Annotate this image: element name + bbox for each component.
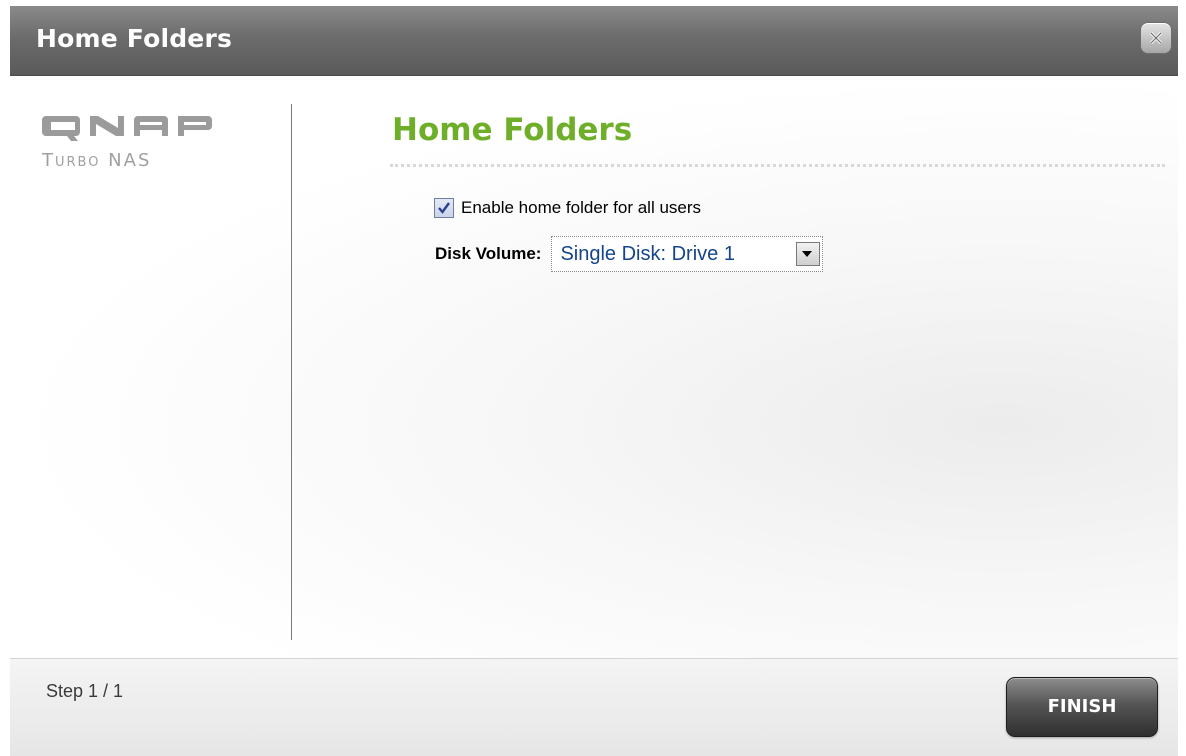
enable-home-folder-checkbox[interactable]	[434, 198, 454, 218]
window-title: Home Folders	[36, 24, 233, 53]
disk-volume-value: Single Disk: Drive 1	[560, 242, 735, 265]
enable-home-folder-row: Enable home folder for all users	[434, 198, 701, 218]
home-folders-dialog: Home Folders Turbo NAS Home Folders Enab…	[10, 6, 1178, 756]
page-title: Home Folders	[392, 112, 633, 148]
dropdown-button[interactable]	[796, 242, 821, 266]
logo-subtitle: Turbo NAS	[42, 150, 152, 171]
close-icon	[1149, 31, 1163, 45]
checkmark-icon	[438, 202, 450, 214]
finish-button[interactable]: FINISH	[1006, 677, 1158, 737]
title-separator	[390, 164, 1165, 167]
step-indicator: Step 1 / 1	[46, 681, 124, 701]
close-button[interactable]	[1140, 22, 1172, 54]
qnap-logo: Turbo NAS	[42, 112, 262, 171]
enable-home-folder-label[interactable]: Enable home folder for all users	[461, 198, 701, 218]
title-bar: Home Folders	[10, 6, 1178, 76]
chevron-down-icon	[802, 251, 813, 257]
dialog-footer: Step 1 / 1 FINISH	[10, 658, 1178, 756]
dialog-body: Turbo NAS Home Folders Enable home folde…	[10, 76, 1178, 658]
qnap-logo-mark	[42, 116, 212, 141]
vertical-divider	[291, 104, 292, 640]
disk-volume-row: Disk Volume: Single Disk: Drive 1	[435, 236, 824, 272]
disk-volume-select[interactable]: Single Disk: Drive 1	[551, 236, 824, 272]
disk-volume-label: Disk Volume:	[435, 244, 542, 263]
